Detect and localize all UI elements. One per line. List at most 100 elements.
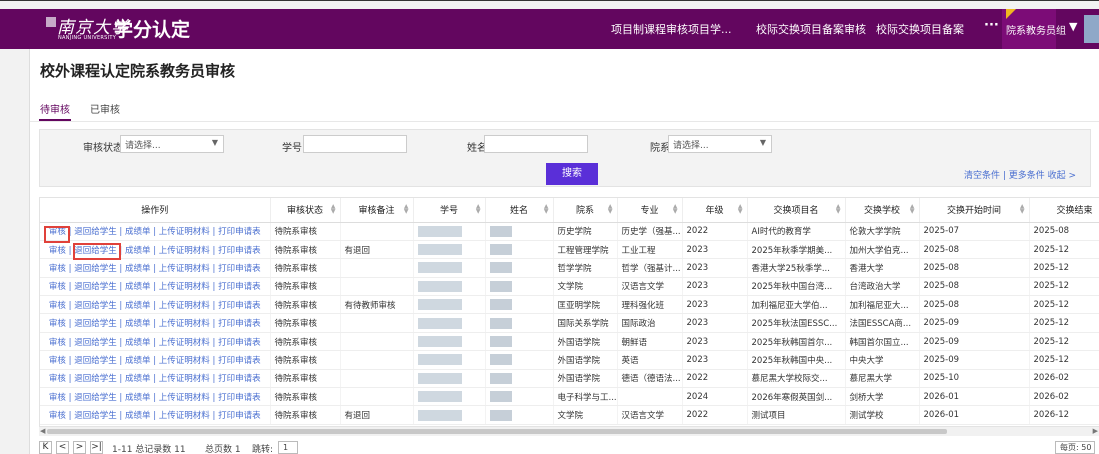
nav-item-exchange-review[interactable]: 校际交换项目备案审核: [756, 21, 866, 37]
print-form-link[interactable]: 打印申请表: [218, 301, 261, 311]
first-page-button[interactable]: K: [39, 441, 52, 454]
review-link[interactable]: 审核: [49, 301, 66, 311]
review-link[interactable]: 审核: [49, 264, 66, 274]
table-row[interactable]: 审核 | 退回给学生 | 成绩单 | 上传证明材料 | 打印申请表 待院系审核 外国…: [40, 369, 1099, 389]
search-button[interactable]: 搜索: [546, 163, 598, 185]
table-row[interactable]: 审核 | 退回给学生 | 成绩单 | 上传证明材料 | 打印申请表 待院系审核 有退…: [40, 240, 1099, 260]
transcript-link[interactable]: 成绩单: [125, 319, 151, 329]
col-header-project[interactable]: 交换项目名 ▲ ▼: [747, 198, 846, 223]
redacted-block: [489, 225, 512, 237]
review-link[interactable]: 审核: [49, 319, 66, 329]
per-page-select[interactable]: 每页: 50: [1055, 441, 1095, 454]
table-row[interactable]: 审核 | 退回给学生 | 成绩单 | 上传证明材料 | 打印申请表 待院系审核 有退…: [40, 405, 1099, 425]
review-link[interactable]: 审核: [49, 374, 66, 384]
prev-page-button[interactable]: <: [56, 441, 69, 454]
print-form-link[interactable]: 打印申请表: [218, 227, 261, 237]
return-to-student-link[interactable]: 退回给学生: [74, 356, 117, 366]
transcript-link[interactable]: 成绩单: [125, 301, 151, 311]
student-id-input[interactable]: [303, 135, 407, 153]
transcript-link[interactable]: 成绩单: [125, 356, 151, 366]
avatar[interactable]: [1084, 15, 1099, 43]
nav-item-project-course-review[interactable]: 项目制课程审核项目学...: [611, 21, 732, 37]
transcript-link[interactable]: 成绩单: [125, 411, 151, 421]
print-form-link[interactable]: 打印申请表: [218, 319, 261, 329]
table-row[interactable]: 审核 | 退回给学生 | 成绩单 | 上传证明材料 | 打印申请表 待院系审核 电子…: [40, 387, 1099, 407]
table-row[interactable]: 审核 | 退回给学生 | 成绩单 | 上传证明材料 | 打印申请表 待院系审核 国际…: [40, 313, 1099, 333]
upload-proof-link[interactable]: 上传证明材料: [159, 393, 210, 403]
print-form-link[interactable]: 打印申请表: [218, 411, 261, 421]
dept-select[interactable]: 请选择... ▼: [668, 135, 772, 153]
review-link[interactable]: 审核: [49, 282, 66, 292]
transcript-link[interactable]: 成绩单: [125, 374, 151, 384]
table-row[interactable]: 审核 | 退回给学生 | 成绩单 | 上传证明材料 | 打印申请表 待院系审核 历史…: [40, 222, 1099, 241]
return-to-student-link[interactable]: 退回给学生: [74, 374, 117, 384]
return-to-student-link[interactable]: 退回给学生: [74, 338, 117, 348]
return-to-student-link[interactable]: 退回给学生: [74, 301, 117, 311]
upload-proof-link[interactable]: 上传证明材料: [159, 356, 210, 366]
user-role-label[interactable]: 院系教务员组: [1006, 22, 1066, 37]
jump-input[interactable]: 1: [278, 441, 298, 454]
col-header-remark[interactable]: 审核备注 ▲ ▼: [340, 198, 414, 223]
col-header-school[interactable]: 交换学校 ▲ ▼: [845, 198, 920, 223]
review-link[interactable]: 审核: [49, 246, 66, 256]
upload-proof-link[interactable]: 上传证明材料: [159, 301, 210, 311]
col-header-start[interactable]: 交换开始时间 ▲ ▼: [919, 198, 1030, 223]
return-to-student-link[interactable]: 退回给学生: [74, 411, 117, 421]
upload-proof-link[interactable]: 上传证明材料: [159, 227, 210, 237]
transcript-link[interactable]: 成绩单: [125, 246, 151, 256]
col-header-student-id[interactable]: 学号 ▲ ▼: [413, 198, 486, 223]
transcript-link[interactable]: 成绩单: [125, 393, 151, 403]
col-header-status[interactable]: 审核状态 ▲ ▼: [270, 198, 341, 223]
print-form-link[interactable]: 打印申请表: [218, 393, 261, 403]
review-link[interactable]: 审核: [49, 356, 66, 366]
transcript-link[interactable]: 成绩单: [125, 227, 151, 237]
project-cell: 2026年寒假英国剑...: [747, 387, 846, 407]
return-to-student-link[interactable]: 退回给学生: [74, 393, 117, 403]
table-row[interactable]: 审核 | 退回给学生 | 成绩单 | 上传证明材料 | 打印申请表 待院系审核 哲学…: [40, 258, 1099, 278]
col-header-grade[interactable]: 年级 ▲ ▼: [682, 198, 748, 223]
upload-proof-link[interactable]: 上传证明材料: [159, 338, 210, 348]
status-select[interactable]: 请选择... ▼: [120, 135, 224, 153]
more-menu-icon[interactable]: ···: [984, 18, 999, 33]
transcript-link[interactable]: 成绩单: [125, 282, 151, 292]
last-page-button[interactable]: >|: [90, 441, 103, 454]
table-row[interactable]: 审核 | 退回给学生 | 成绩单 | 上传证明材料 | 打印申请表 待院系审核 外国…: [40, 350, 1099, 370]
print-form-link[interactable]: 打印申请表: [218, 374, 261, 384]
review-link[interactable]: 审核: [49, 411, 66, 421]
review-link[interactable]: 审核: [49, 338, 66, 348]
print-form-link[interactable]: 打印申请表: [218, 282, 261, 292]
filter-links[interactable]: 清空条件 | 更多条件 收起 >: [964, 168, 1076, 181]
upload-proof-link[interactable]: 上传证明材料: [159, 246, 210, 256]
transcript-link[interactable]: 成绩单: [125, 338, 151, 348]
upload-proof-link[interactable]: 上传证明材料: [159, 319, 210, 329]
nav-item-exchange-filing[interactable]: 校际交换项目备案: [876, 21, 964, 37]
return-to-student-link[interactable]: 退回给学生: [74, 264, 117, 274]
upload-proof-link[interactable]: 上传证明材料: [159, 411, 210, 421]
col-header-major[interactable]: 专业 ▲ ▼: [617, 198, 683, 223]
horizontal-scrollbar[interactable]: ◀ ▶: [39, 427, 1099, 436]
table-row[interactable]: 审核 | 退回给学生 | 成绩单 | 上传证明材料 | 打印申请表 待院系审核 有待…: [40, 295, 1099, 315]
next-page-button[interactable]: >: [73, 441, 86, 454]
print-form-link[interactable]: 打印申请表: [218, 246, 261, 256]
chevron-down-icon[interactable]: ▼: [1069, 20, 1077, 33]
col-header-name[interactable]: 姓名 ▲ ▼: [485, 198, 554, 223]
col-header-dept[interactable]: 院系 ▲ ▼: [553, 198, 618, 223]
name-input[interactable]: [484, 135, 588, 153]
upload-proof-link[interactable]: 上传证明材料: [159, 374, 210, 384]
print-form-link[interactable]: 打印申请表: [218, 356, 261, 366]
review-link[interactable]: 审核: [49, 393, 66, 403]
scrollbar-thumb[interactable]: [47, 429, 947, 434]
tab-pending[interactable]: 待审核: [40, 101, 70, 116]
table-row[interactable]: 审核 | 退回给学生 | 成绩单 | 上传证明材料 | 打印申请表 待院系审核 外国…: [40, 332, 1099, 352]
return-to-student-link[interactable]: 退回给学生: [74, 282, 117, 292]
table-row[interactable]: 审核 | 退回给学生 | 成绩单 | 上传证明材料 | 打印申请表 待院系审核 文学…: [40, 277, 1099, 297]
upload-proof-link[interactable]: 上传证明材料: [159, 264, 210, 274]
transcript-link[interactable]: 成绩单: [125, 264, 151, 274]
return-to-student-link[interactable]: 退回给学生: [74, 227, 117, 237]
print-form-link[interactable]: 打印申请表: [218, 264, 261, 274]
col-header-end[interactable]: 交换结束: [1029, 198, 1099, 223]
return-to-student-link[interactable]: 退回给学生: [74, 319, 117, 329]
tab-reviewed[interactable]: 已审核: [90, 101, 120, 116]
print-form-link[interactable]: 打印申请表: [218, 338, 261, 348]
upload-proof-link[interactable]: 上传证明材料: [159, 282, 210, 292]
